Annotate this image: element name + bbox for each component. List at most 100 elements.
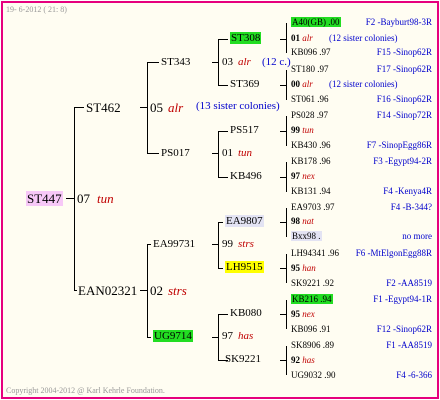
line [218, 39, 228, 40]
g5-16-pedigree: F6 -MtElgonEgg88R [355, 248, 432, 258]
g3-1-sisters: (12 c.) [262, 56, 291, 68]
g5-18-pedigree: F2 -AA8519 [386, 278, 432, 288]
g5-row-13[interactable]: EA9703 .97 [291, 203, 335, 212]
g3-3-tag: strs [238, 238, 254, 250]
g5-3-pedigree: F15 -Sinop62R [376, 47, 432, 57]
root-node[interactable]: ST447 [26, 191, 63, 206]
print-date: 19- 6-2012 ( 21: 8) [6, 5, 67, 14]
line [147, 337, 151, 338]
g5-row-8: 99 tun [291, 126, 314, 135]
g2a-sisters: (13 sister colonies) [196, 100, 280, 112]
g5-6-pedigree: F16 -Sinop62R [376, 94, 432, 104]
node-g2b[interactable]: EAN02321 [78, 284, 137, 297]
node-g4-4[interactable]: KB496 [230, 171, 262, 182]
root-tag: tun [97, 191, 114, 206]
g5-year: 95 [291, 309, 303, 319]
g5-row-4[interactable]: ST180 .97 [291, 65, 329, 74]
g5-tag: nat [302, 216, 314, 226]
pedigree-frame [1, 1, 439, 399]
g5-year: 98 [291, 216, 303, 226]
g3-2-year: 01 [222, 147, 233, 159]
node-g4-5[interactable]: EA9807 [225, 215, 264, 227]
g5-tag: alr [302, 33, 313, 43]
root-year: 07 [77, 191, 90, 206]
g5-2-sisters: (12 sister colonies) [329, 33, 398, 43]
line [66, 198, 74, 199]
node-g4-7[interactable]: KB080 [230, 308, 262, 319]
g5-1-name: A40(GB) .00 [291, 17, 341, 27]
g5-21-pedigree: F12 -Sinop62R [376, 324, 432, 334]
g5-19-pedigree: F1 -Egypt94-1R [373, 294, 432, 304]
g5-7-pedigree: F14 -Sinop72R [376, 110, 432, 120]
node-g4-3[interactable]: PS517 [230, 125, 259, 136]
line [218, 131, 219, 177]
g3-4-name: UG9714 [153, 330, 193, 342]
line [147, 62, 148, 153]
g5-19-name: KB216 .94 [291, 294, 333, 304]
line [218, 85, 228, 86]
g5-year: 01 [291, 33, 303, 43]
g5-year: 99 [291, 125, 303, 135]
line [218, 177, 228, 178]
node-g4-8[interactable]: SK9221 [225, 354, 261, 365]
root-name: ST447 [26, 191, 63, 206]
g5-row-9[interactable]: KB430 .96 [291, 141, 331, 150]
copyright: Copyright 2004-2012 @ Karl Kehrle Founda… [6, 386, 165, 395]
g3-2-tag: tun [238, 147, 253, 159]
node-g3-2[interactable]: PS017 [161, 148, 190, 159]
line [286, 254, 287, 283]
g5-row-7[interactable]: PS028 .97 [291, 111, 328, 120]
line [147, 62, 159, 63]
line [74, 107, 84, 108]
node-g3-3[interactable]: EA99731 [153, 239, 195, 250]
g5-tag: han [302, 263, 316, 273]
g2a-tag: alr [168, 100, 184, 115]
g5-22-pedigree: F1 -AA8519 [386, 340, 432, 350]
g5-tag: alr [302, 79, 313, 89]
node-g4-2[interactable]: ST369 [230, 79, 259, 90]
g5-row-15[interactable]: Bxx98 . [291, 231, 322, 241]
g5-row-11: 97 nex [291, 172, 315, 181]
line [140, 290, 147, 291]
g5-row-18[interactable]: SK9221 .92 [291, 279, 334, 288]
node-g2a[interactable]: ST462 [86, 101, 121, 114]
g5-row-10[interactable]: KB178 .96 [291, 157, 331, 166]
node-g3-1[interactable]: ST343 [161, 57, 190, 68]
line [286, 162, 287, 192]
g5-row-6[interactable]: ST061 .96 [291, 95, 329, 104]
node-g4-6[interactable]: LH9515 [225, 261, 264, 273]
line [286, 208, 287, 237]
g5-row-14: 98 nat [291, 217, 314, 226]
line [218, 131, 228, 132]
g5-1-pedigree: F2 -Bayburt98-3R [365, 17, 432, 27]
line [218, 268, 223, 269]
line [218, 222, 223, 223]
g5-row-12[interactable]: KB131 .94 [291, 187, 331, 196]
line [147, 153, 159, 154]
g5-row-19[interactable]: KB216 .94 [291, 294, 333, 304]
node-g3-4[interactable]: UG9714 [153, 330, 193, 342]
line [74, 107, 75, 290]
g5-row-21[interactable]: KB096 .91 [291, 325, 331, 334]
g5-15-name: Bxx98 . [291, 231, 322, 241]
node-g4-1[interactable]: ST308 [230, 32, 262, 44]
g5-13-pedigree: F4 -B-344? [390, 202, 432, 212]
g5-tag: tun [302, 125, 314, 135]
g5-4-pedigree: F17 -Sinop62R [376, 64, 432, 74]
g5-12-pedigree: F4 -Kenya4R [383, 186, 432, 196]
g5-year: 95 [291, 263, 303, 273]
g4-1-name: ST308 [230, 32, 262, 44]
g5-year: 00 [291, 79, 303, 89]
g3-3-year: 99 [222, 238, 233, 250]
g5-row-16[interactable]: LH94341 .96 [291, 249, 339, 258]
g5-row-3[interactable]: KB096 .97 [291, 48, 331, 57]
line [147, 244, 151, 245]
g5-row-22[interactable]: SK8906 .89 [291, 341, 334, 350]
g5-row-1[interactable]: A40(GB) .00 [291, 17, 341, 27]
g3-1-tag: alr [238, 56, 251, 68]
g5-row-24[interactable]: UG9032 .90 [291, 371, 336, 380]
line [286, 70, 287, 100]
g4-6-name: LH9515 [225, 261, 264, 273]
line [218, 314, 219, 360]
g3-1-year: 03 [222, 56, 233, 68]
